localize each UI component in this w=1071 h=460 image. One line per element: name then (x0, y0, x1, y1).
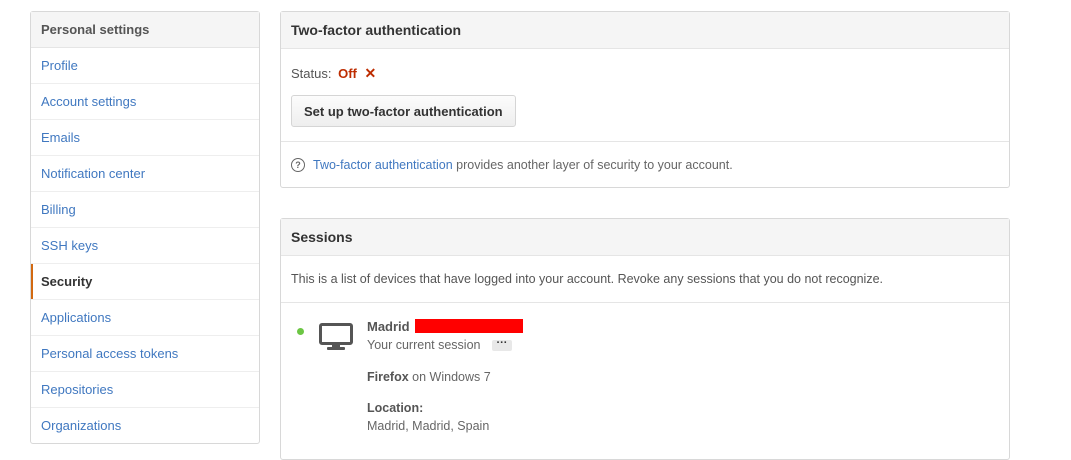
sidebar-item-notification-center[interactable]: Notification center (31, 156, 259, 192)
two-factor-help-text: provides another layer of security to yo… (452, 158, 733, 172)
divider (281, 302, 1009, 303)
redaction-bar (415, 318, 524, 333)
sidebar-item-personal-access-tokens[interactable]: Personal access tokens (31, 336, 259, 372)
os-text: on Windows 7 (408, 370, 491, 384)
active-session-dot (297, 328, 304, 335)
setup-two-factor-button[interactable]: Set up two-factor authentication (291, 95, 516, 127)
desktop-monitor-icon (319, 323, 353, 350)
current-session-text: Your current session (367, 338, 481, 352)
sessions-description: This is a list of devices that have logg… (291, 272, 884, 286)
two-factor-title: Two-factor authentication (281, 12, 1009, 49)
more-details-button[interactable]: ··· (491, 338, 512, 352)
status-label: Status: (291, 66, 332, 81)
sidebar-item-security[interactable]: Security (31, 264, 259, 300)
session-city: Madrid (367, 319, 410, 334)
sidebar-item-billing[interactable]: Billing (31, 192, 259, 228)
two-factor-panel: Two-factor authentication Status: Off ✕ … (280, 11, 1010, 188)
status-off-icon: ✕ (364, 65, 377, 81)
sidebar-item-applications[interactable]: Applications (31, 300, 259, 336)
location-label: Location: (367, 401, 424, 415)
sidebar-item-account-settings[interactable]: Account settings (31, 84, 259, 120)
location-value: Madrid, Madrid, Spain (367, 419, 490, 433)
settings-sidebar: Personal settings Profile Account settin… (30, 11, 260, 444)
two-factor-help-link[interactable]: Two-factor authentication (313, 158, 453, 172)
status-value: Off (338, 66, 357, 81)
sessions-title: Sessions (281, 219, 1009, 256)
divider (281, 141, 1009, 142)
browser-name: Firefox (367, 370, 409, 384)
sidebar-item-emails[interactable]: Emails (31, 120, 259, 156)
question-icon: ? (291, 157, 305, 172)
sidebar-header: Personal settings (31, 12, 259, 48)
session-browser: Firefox on Windows 7 (367, 370, 491, 384)
sidebar-item-ssh-keys[interactable]: SSH keys (31, 228, 259, 264)
sessions-panel: Sessions This is a list of devices that … (280, 218, 1010, 460)
two-factor-status: Status: Off ✕ (291, 65, 376, 82)
sidebar-item-repositories[interactable]: Repositories (31, 372, 259, 408)
sidebar-item-profile[interactable]: Profile (31, 48, 259, 84)
sidebar-item-organizations[interactable]: Organizations (31, 408, 259, 443)
session-location-name: Madrid (367, 318, 524, 335)
two-factor-help: ? Two-factor authentication provides anot… (291, 157, 733, 173)
current-session-label: Your current session ··· (367, 338, 512, 352)
